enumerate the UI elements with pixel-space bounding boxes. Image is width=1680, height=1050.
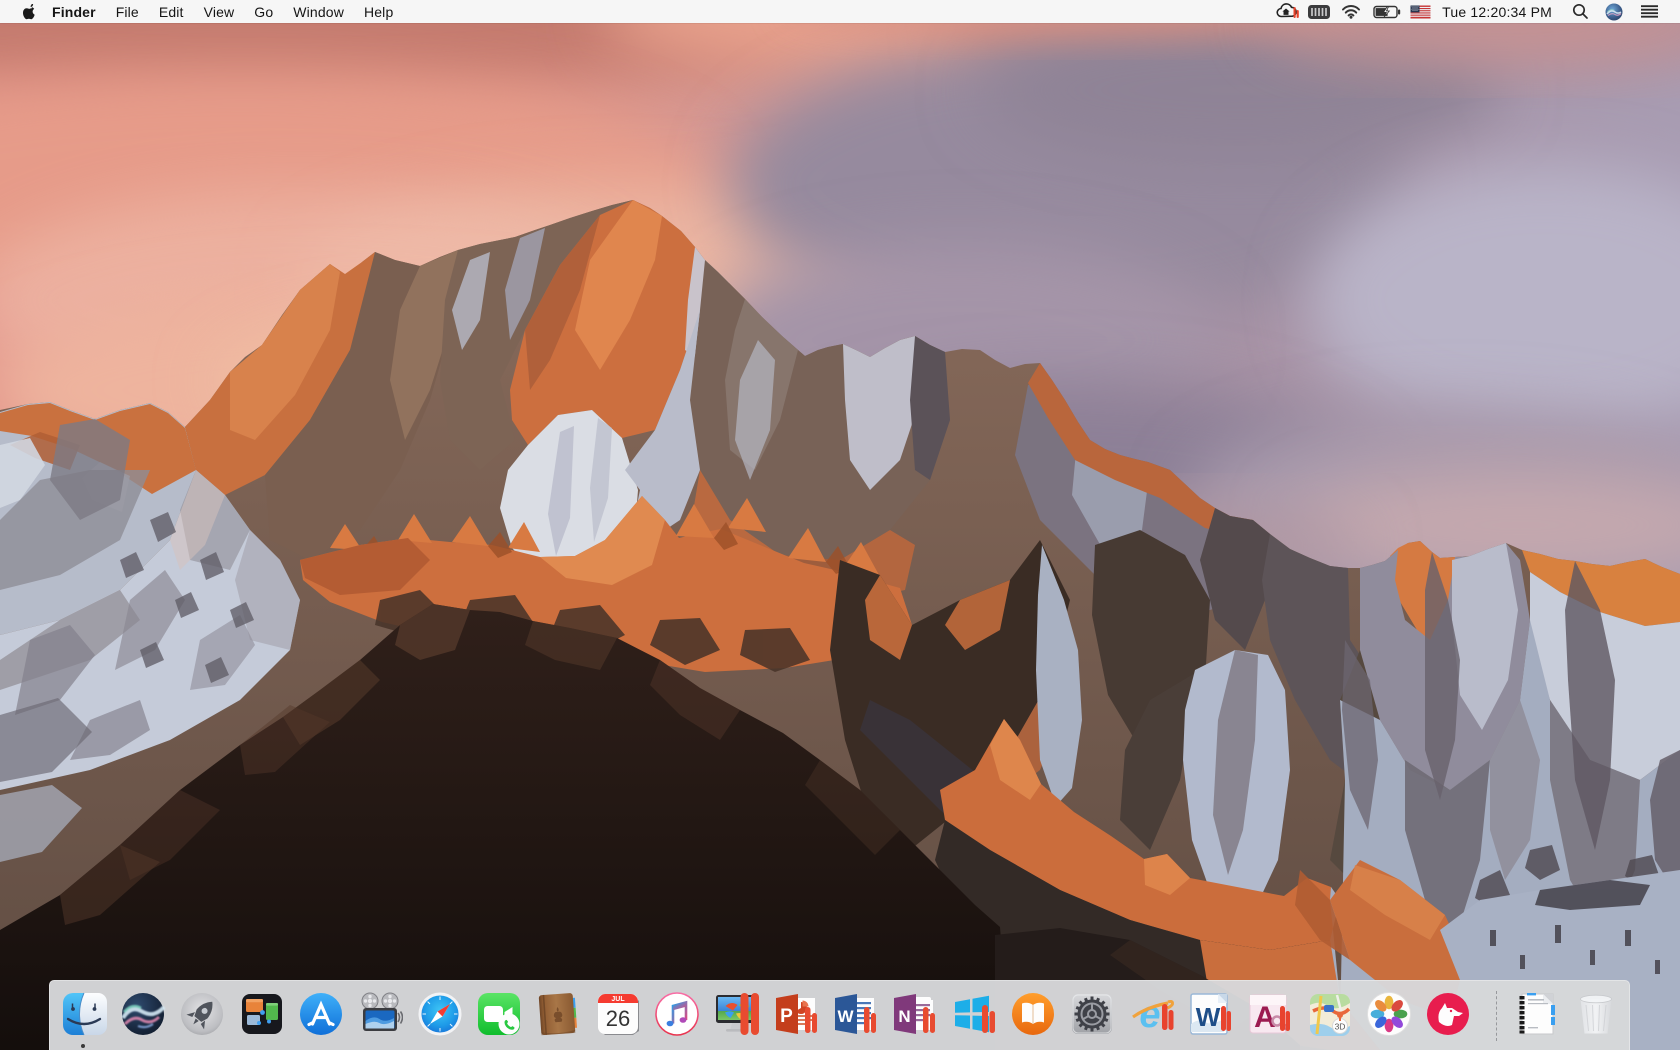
svg-text:JUL: JUL xyxy=(611,996,625,1003)
svg-text:P: P xyxy=(780,1006,793,1027)
svg-text:3D: 3D xyxy=(1335,1022,1346,1032)
svg-text:W: W xyxy=(1196,1002,1221,1032)
svg-text:26: 26 xyxy=(606,1006,630,1031)
svg-text:W: W xyxy=(837,1007,854,1026)
svg-text:e: e xyxy=(1139,994,1160,1036)
svg-text:N: N xyxy=(898,1007,910,1026)
